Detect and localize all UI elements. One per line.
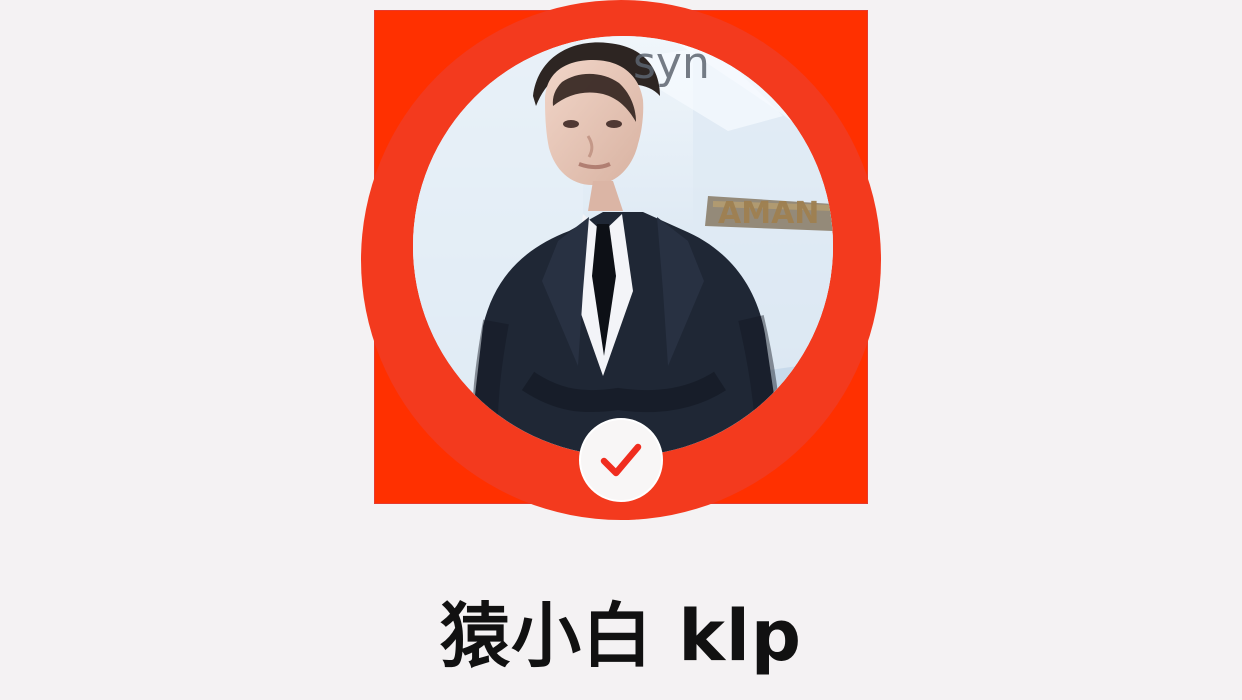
avatar-frame: syn AMAN <box>0 0 1242 560</box>
svg-text:AMAN: AMAN <box>718 196 819 231</box>
avatar-photo: syn AMAN <box>413 36 833 456</box>
verified-badge <box>579 418 663 502</box>
checkmark-icon <box>600 443 642 477</box>
username: 猿小白 klp <box>439 595 803 677</box>
avatar[interactable]: syn AMAN <box>413 36 833 456</box>
